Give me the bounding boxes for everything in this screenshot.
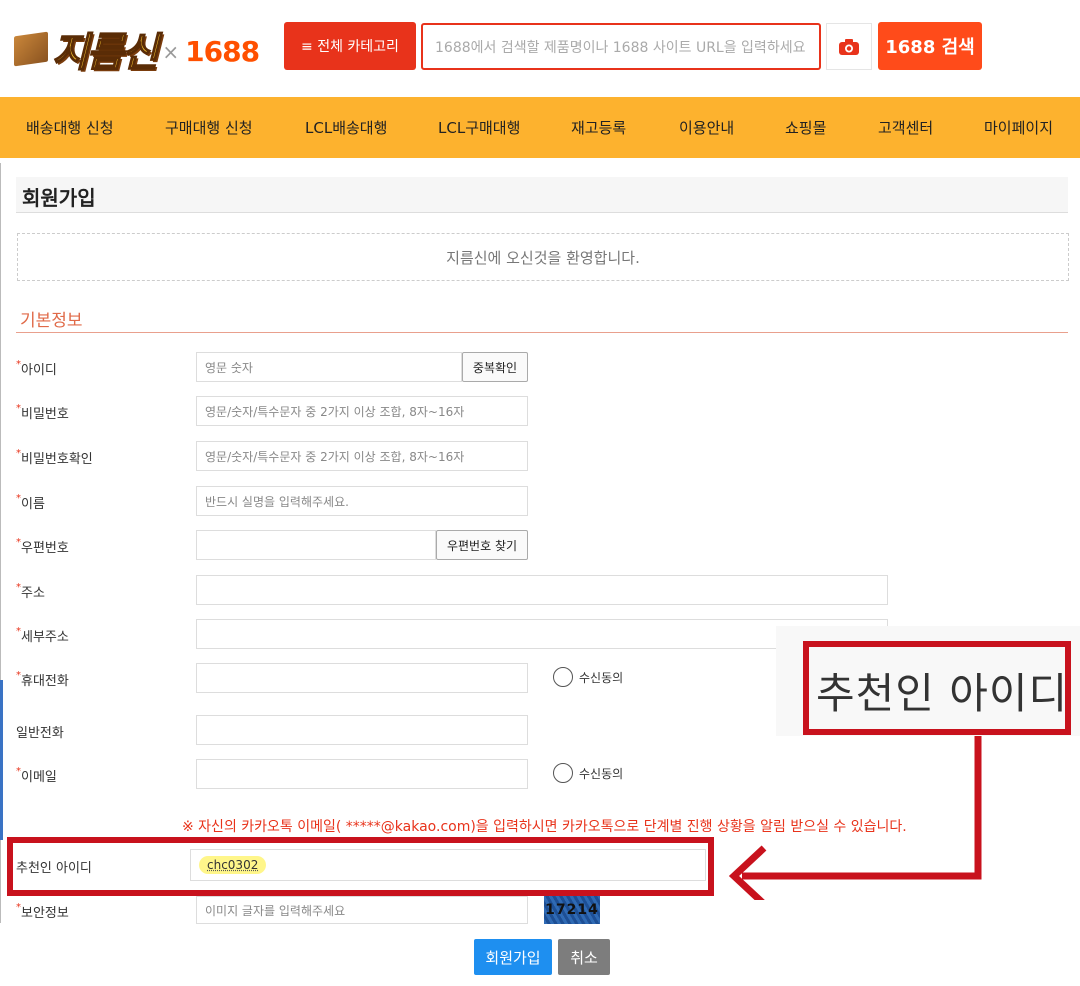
email-label: *이메일 [16, 766, 57, 785]
welcome-banner: 지름신에 오신것을 환영합니다. [17, 233, 1069, 281]
id-label: *아이디 [16, 359, 57, 378]
left-accent [0, 680, 3, 840]
radio-circle-icon [553, 763, 573, 783]
referrer-highlight-box [7, 837, 714, 896]
nav-stock-register[interactable]: 재고등록 [571, 97, 626, 158]
site-logo[interactable]: 지름신 × 1688 [14, 22, 260, 77]
password-label: *비밀번호 [16, 403, 69, 422]
id-input[interactable]: 영문 숫자 [196, 352, 462, 382]
email-input[interactable] [196, 759, 528, 789]
email-consent-checkbox[interactable]: 수신동의 [553, 763, 623, 783]
captcha-input[interactable]: 이미지 글자를 입력해주세요 [196, 896, 528, 924]
search-button[interactable]: 1688 검색 [878, 22, 982, 70]
nav-lcl-delivery[interactable]: LCL배송대행 [305, 97, 387, 158]
captcha-image: 17214 [544, 896, 600, 924]
main-nav: 배송대행 신청 구매대행 신청 LCL배송대행 LCL구매대행 재고등록 이용안… [0, 97, 1080, 158]
title-bar [16, 177, 1068, 213]
address-label: *주소 [16, 582, 45, 601]
all-category-button[interactable]: ≡ 전체 카테고리 [284, 22, 416, 70]
nav-lcl-purchase[interactable]: LCL구매대행 [438, 97, 520, 158]
search-input[interactable]: 1688에서 검색할 제품명이나 1688 사이트 URL을 입력하세요 [421, 23, 821, 70]
zip-search-button[interactable]: 우편번호 찾기 [436, 530, 528, 560]
zoom-highlight-box [803, 641, 1071, 735]
zip-label: *우편번호 [16, 537, 69, 556]
box-icon [14, 31, 48, 67]
page-title: 회원가입 [22, 186, 96, 210]
nav-customer-center[interactable]: 고객센터 [878, 97, 933, 158]
mobile-label: *휴대전화 [16, 670, 69, 689]
logo-text: 지름신 [51, 29, 159, 77]
nav-mypage[interactable]: 마이페이지 [984, 97, 1053, 158]
nav-guide[interactable]: 이용안내 [679, 97, 734, 158]
annotation-arrow-icon [728, 736, 982, 900]
mobile-consent-label: 수신동의 [579, 670, 624, 685]
join-button[interactable]: 회원가입 [474, 939, 552, 975]
address-input[interactable] [196, 575, 888, 605]
nav-delivery-request[interactable]: 배송대행 신청 [26, 97, 114, 158]
section-divider [16, 332, 1068, 333]
password-confirm-label: *비밀번호확인 [16, 448, 93, 467]
logo-times: × [162, 40, 180, 64]
radio-circle-icon [553, 667, 573, 687]
mobile-input[interactable] [196, 663, 528, 693]
site-header: 지름신 × 1688 ≡ 전체 카테고리 1688에서 검색할 제품명이나 16… [0, 0, 1080, 97]
password-confirm-input[interactable]: 영문/숫자/특수문자 중 2가지 이상 조합, 8자~16자 [196, 441, 528, 471]
email-consent-label: 수신동의 [579, 766, 624, 781]
name-label: *이름 [16, 493, 45, 512]
image-search-button[interactable] [826, 23, 872, 70]
nav-purchase-request[interactable]: 구매대행 신청 [165, 97, 253, 158]
cancel-button[interactable]: 취소 [558, 939, 610, 975]
mobile-consent-checkbox[interactable]: 수신동의 [553, 667, 623, 687]
phone-input[interactable] [196, 715, 528, 745]
nav-shopping-mall[interactable]: 쇼핑몰 [785, 97, 826, 158]
section-title: 기본정보 [20, 311, 83, 331]
security-label: *보안정보 [16, 902, 69, 921]
detail-address-label: *세부주소 [16, 626, 69, 645]
camera-icon [839, 38, 859, 55]
id-check-button[interactable]: 중복확인 [462, 352, 528, 382]
password-input[interactable]: 영문/숫자/특수문자 중 2가지 이상 조합, 8자~16자 [196, 396, 528, 426]
zip-input[interactable] [196, 530, 436, 560]
logo-partner: 1688 [185, 34, 260, 68]
phone-label: 일반전화 [16, 726, 64, 741]
name-input[interactable]: 반드시 실명을 입력해주세요. [196, 486, 528, 516]
